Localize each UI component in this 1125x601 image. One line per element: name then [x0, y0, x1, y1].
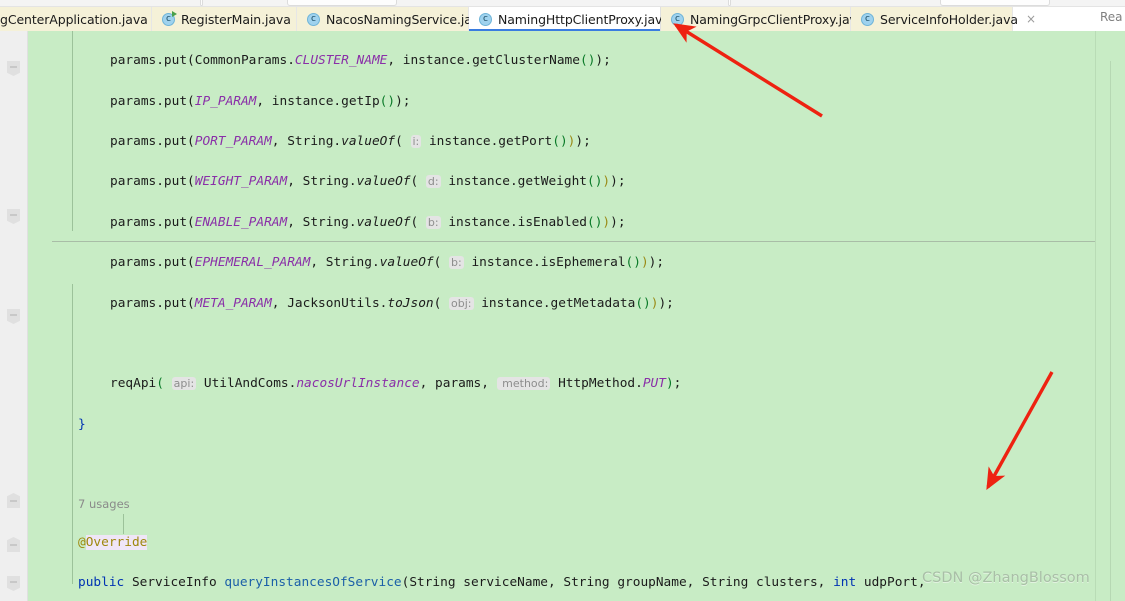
- tab-gcenterapplication[interactable]: gCenterApplication.java ×: [0, 7, 166, 31]
- code-line: reqApi( api: UtilAndComs.nacosUrlInstanc…: [110, 376, 682, 392]
- toolbar-ghost-3: [728, 0, 731, 6]
- code-text[interactable]: params.put(CommonParams.CLUSTER_NAME, in…: [28, 31, 926, 601]
- tab-label: gCenterApplication.java: [0, 11, 148, 27]
- tab-registermain[interactable]: c RegisterMain.java ×: [152, 7, 309, 31]
- code-editor[interactable]: params.put(CommonParams.CLUSTER_NAME, in…: [0, 31, 1125, 601]
- tab-serviceinfoholder[interactable]: c ServiceInfoHolder.java ×: [851, 7, 1036, 31]
- code-line: public ServiceInfo queryInstancesOfServi…: [78, 575, 926, 591]
- fold-marker-1[interactable]: [7, 61, 20, 76]
- java-class-icon: c: [861, 12, 874, 26]
- code-line: params.put(META_PARAM, JacksonUtils.toJs…: [110, 295, 674, 311]
- code-line: params.put(PORT_PARAM, String.valueOf( i…: [110, 133, 591, 149]
- tab-label: NacosNamingService.java: [326, 11, 487, 27]
- code-line: params.put(ENABLE_PARAM, String.valueOf(…: [110, 214, 626, 230]
- fold-marker-3[interactable]: [7, 309, 20, 324]
- close-icon[interactable]: ×: [1026, 13, 1036, 25]
- right-margin-rule: [1110, 61, 1111, 601]
- tab-label: NamingGrpcClientProxy.java: [690, 11, 865, 27]
- tab-label: RegisterMain.java: [181, 11, 291, 27]
- ide-window: gCenterApplication.java × c RegisterMain…: [0, 0, 1125, 601]
- code-canvas[interactable]: params.put(CommonParams.CLUSTER_NAME, in…: [28, 31, 1098, 601]
- fold-marker-5[interactable]: [7, 537, 20, 552]
- java-class-icon: c: [307, 12, 320, 26]
- code-line-annotation: @Override: [78, 534, 148, 550]
- fold-marker-6[interactable]: [7, 576, 20, 591]
- tab-label: NamingHttpClientProxy.java: [498, 11, 670, 27]
- code-line: params.put(CommonParams.CLUSTER_NAME, in…: [110, 53, 611, 69]
- fold-marker-2[interactable]: [7, 209, 20, 224]
- java-class-icon: c: [479, 12, 492, 26]
- usages-label[interactable]: 7 usages: [28, 496, 926, 513]
- code-line: params.put(EPHEMERAL_PARAM, String.value…: [110, 255, 665, 271]
- editor-gutter[interactable]: [0, 31, 28, 601]
- toolbar-ghost-2: [287, 0, 397, 6]
- toolbar-ghost-4: [940, 0, 1050, 6]
- code-line: }: [78, 416, 86, 432]
- editor-tab-bar[interactable]: gCenterApplication.java × c RegisterMain…: [0, 7, 1125, 31]
- toolbar-ghost-1: [200, 0, 203, 6]
- tab-label: ServiceInfoHolder.java: [880, 11, 1018, 27]
- code-line: params.put(IP_PARAM, instance.getIp());: [110, 93, 411, 109]
- fold-marker-4[interactable]: [7, 493, 20, 508]
- tab-nacosnamingservice[interactable]: c NacosNamingService.java ×: [297, 7, 505, 31]
- java-class-icon: c: [671, 12, 684, 26]
- code-line: params.put(WEIGHT_PARAM, String.valueOf(…: [110, 174, 626, 190]
- tab-naminggrpcclientproxy[interactable]: c NamingGrpcClientProxy.java ×: [661, 7, 882, 31]
- toolbar-strip: [0, 0, 1125, 7]
- reader-mode-hint[interactable]: Rea: [1100, 10, 1125, 24]
- watermark: CSDN @ZhangBlossom: [922, 570, 1090, 586]
- java-class-runnable-icon: c: [162, 10, 177, 26]
- tab-naminghttpclientproxy[interactable]: c NamingHttpClientProxy.java ×: [469, 7, 688, 31]
